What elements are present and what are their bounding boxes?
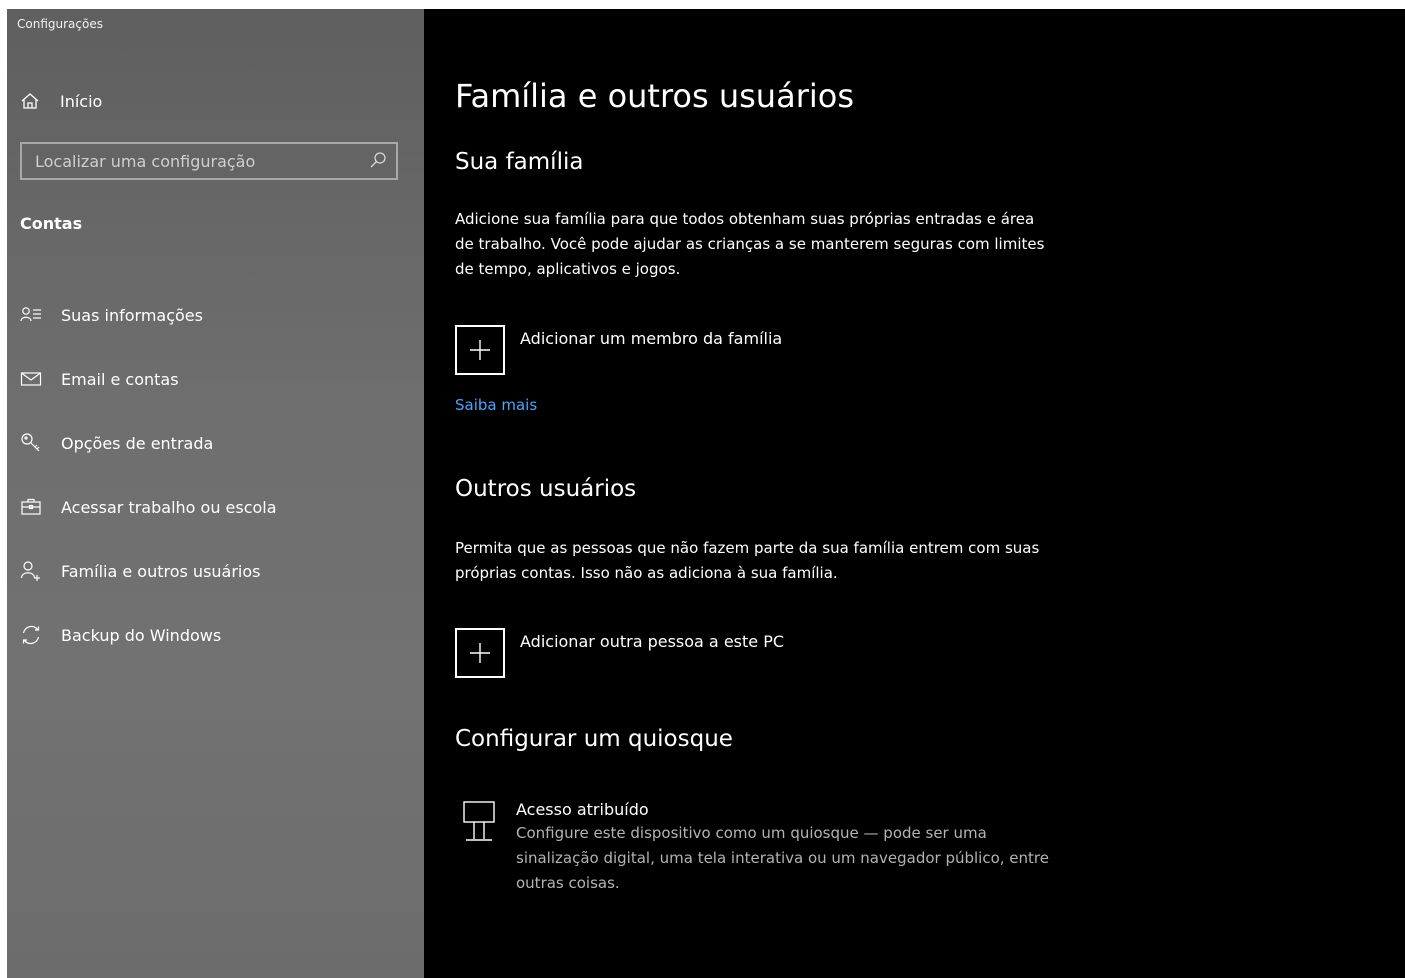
add-other-user-label: Adicionar outra pessoa a este PC [520,632,785,651]
sidebar-item-label: Família e outros usuários [61,561,261,581]
section-label: Contas [20,214,83,233]
home-label: Início [60,91,103,111]
app-title: Configurações [17,17,103,31]
sidebar-item-your-info[interactable]: Suas informações [7,283,424,347]
person-info-icon [20,304,42,326]
search-input[interactable] [35,144,355,178]
search-icon[interactable] [369,151,387,169]
kiosk-heading: Configurar um quiosque [455,726,733,752]
page-title: Família e outros usuários [455,77,854,115]
sidebar-nav: Suas informações Email e contas Opções d… [7,283,424,667]
sidebar-item-work-school[interactable]: Acessar trabalho ou escola [7,475,424,539]
home-icon [21,93,39,109]
sidebar-item-family[interactable]: Família e outros usuários [7,539,424,603]
sidebar-item-label: Email e contas [61,369,179,389]
sidebar-item-backup[interactable]: Backup do Windows [7,603,424,667]
main-content: Família e outros usuários Sua família Ad… [424,9,1405,978]
plus-icon [455,325,505,375]
assigned-access-description: Configure este dispositivo como um quios… [516,824,1049,892]
mail-icon [20,368,42,390]
kiosk-icon [463,801,495,841]
sidebar-item-sign-in-options[interactable]: Opções de entrada [7,411,424,475]
settings-window: Configurações Início Contas [7,9,1405,978]
sidebar-item-label: Acessar trabalho ou escola [61,497,277,517]
learn-more-link[interactable]: Saiba mais [455,396,537,414]
sidebar-item-label: Opções de entrada [61,433,214,453]
family-heading: Sua família [455,149,584,175]
plus-icon [455,628,505,678]
sidebar-item-label: Backup do Windows [61,625,222,645]
assigned-access-title: Acesso atribuído [516,800,649,819]
other-users-heading: Outros usuários [455,476,637,502]
family-description: Adicione sua família para que todos obte… [455,210,1045,278]
sidebar-item-label: Suas informações [61,305,203,325]
add-family-member-button[interactable]: Adicionar um membro da família [455,325,782,375]
home-nav-item[interactable]: Início [20,87,102,115]
other-users-description: Permita que as pessoas que não fazem par… [455,539,1040,582]
sync-icon [20,624,42,646]
add-family-member-label: Adicionar um membro da família [520,329,783,348]
search-box[interactable] [20,142,398,180]
sidebar-item-email[interactable]: Email e contas [7,347,424,411]
add-other-user-button[interactable]: Adicionar outra pessoa a este PC [455,628,784,678]
briefcase-icon [20,496,42,518]
sidebar: Configurações Início Contas [7,9,424,978]
assigned-access-item[interactable]: Acesso atribuído Configure este disposit… [462,799,1056,896]
key-icon [20,432,42,454]
add-person-icon [20,560,42,582]
